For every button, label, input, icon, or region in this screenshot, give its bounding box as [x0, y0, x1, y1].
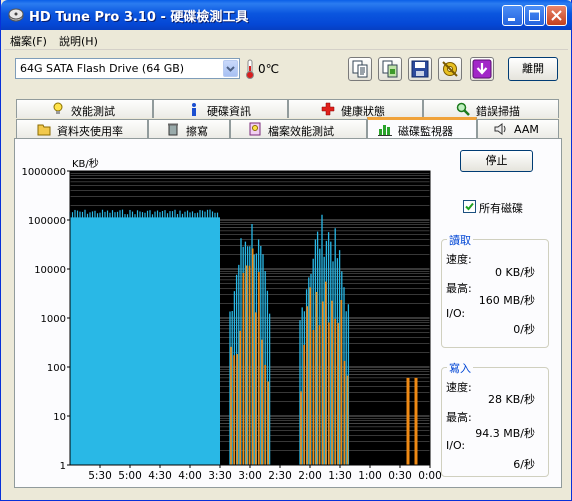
- all-disks-label: 所有磁碟: [479, 202, 523, 215]
- y-tick-label: 100: [47, 363, 66, 374]
- all-disks-checkbox[interactable]: [463, 200, 476, 213]
- x-tick-label: 4:30: [148, 470, 172, 482]
- y-tick-label: 1000: [41, 314, 66, 325]
- y-tick-label: 100000: [28, 216, 66, 227]
- write-io-value: 6/秒: [513, 458, 535, 471]
- read-max-label: 最高:: [446, 282, 472, 295]
- y-tick-label: 10000: [34, 265, 66, 276]
- y-tick-label: 1000000: [21, 167, 66, 178]
- y-axis: 1000000 100000 10000 1000 100 10 1: [21, 167, 70, 472]
- x-tick-label: 1:00: [358, 470, 382, 482]
- read-speed-label: 速度:: [446, 253, 472, 266]
- x-tick-label: 3:00: [238, 470, 262, 482]
- x-tick-label: 5:30: [88, 470, 112, 482]
- x-tick-label: 0:30: [388, 470, 412, 482]
- x-axis: 5:30 5:00 4:30 4:00 3:30 3:00 2:30 2:00 1:30 1:00…: [88, 465, 442, 482]
- write-speed-value: 28 KB/秒: [488, 393, 535, 406]
- y-axis-label: KB/秒: [72, 157, 99, 170]
- x-tick-label: 1:30: [328, 470, 352, 482]
- write-max-label: 最高:: [446, 411, 472, 424]
- y-tick-label: 10: [53, 412, 66, 423]
- write-io-label: I/O:: [446, 439, 466, 452]
- checkmark-icon: [465, 202, 474, 211]
- write-group-title: 寫入: [447, 360, 473, 376]
- read-speed-value: 0 KB/秒: [495, 266, 535, 279]
- x-tick-label: 0:00: [418, 470, 442, 482]
- write-max-value: 94.3 MB/秒: [475, 427, 535, 440]
- x-tick-label: 2:00: [298, 470, 322, 482]
- y-tick-label: 1: [60, 461, 66, 472]
- read-bar: [70, 217, 220, 465]
- stop-button[interactable]: 停止: [460, 150, 533, 172]
- x-tick-label: 2:30: [268, 470, 292, 482]
- read-max-value: 160 MB/秒: [478, 294, 535, 307]
- x-tick-label: 3:30: [208, 470, 232, 482]
- read-group-title: 讀取: [447, 232, 473, 248]
- x-tick-label: 5:00: [118, 470, 142, 482]
- read-io-value: 0/秒: [513, 323, 535, 336]
- write-speed-label: 速度:: [446, 381, 472, 394]
- read-io-label: I/O:: [446, 307, 466, 320]
- app-window: HD Tune Pro 3.10 - 硬碟檢測工具 檔案(F) 說明(H) 64…: [0, 0, 572, 501]
- x-tick-label: 4:00: [178, 470, 202, 482]
